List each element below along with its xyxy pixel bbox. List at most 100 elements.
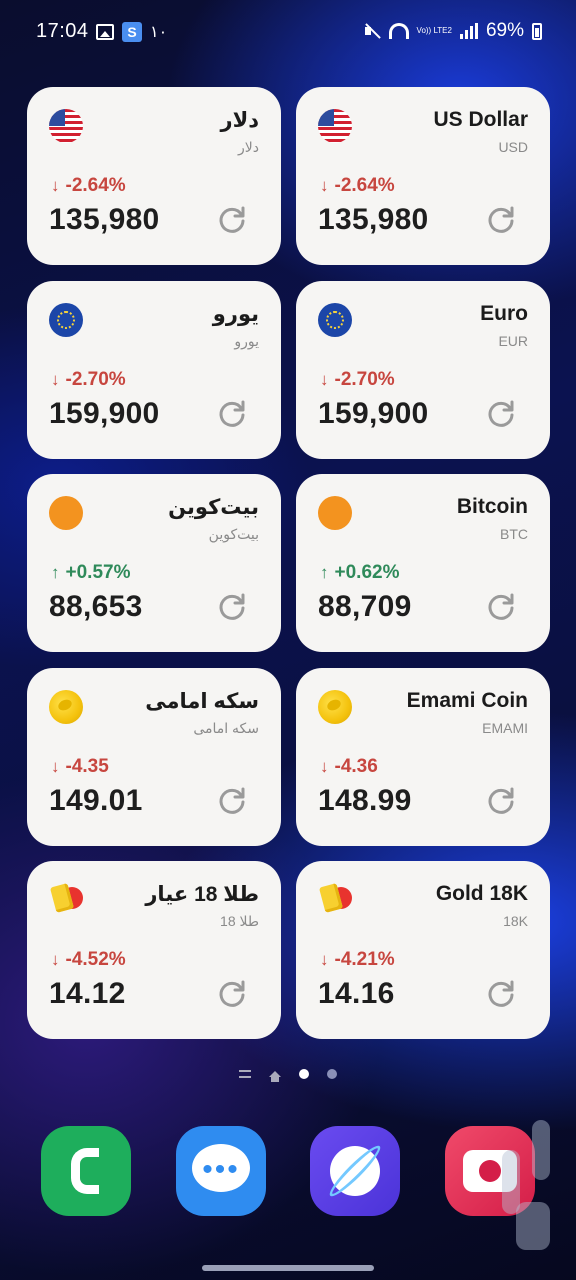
bitcoin-icon <box>49 496 83 530</box>
gallery-notification-icon <box>96 24 114 40</box>
internet-browser-icon[interactable] <box>310 1126 400 1216</box>
rate-widget[interactable]: Bitcoin BTC ↑ +0.62% 88,709 <box>296 474 550 652</box>
refresh-icon[interactable] <box>217 205 247 235</box>
refresh-icon[interactable] <box>217 592 247 622</box>
change-value: -4.52% <box>65 949 126 970</box>
arrow-down-icon: ↓ <box>51 950 60 969</box>
price-value: 135,980 <box>49 203 160 236</box>
price-value: 149.01 <box>49 783 143 817</box>
currency-name: Emami Coin <box>406 688 528 712</box>
change-percent: ↓ -4.52% <box>51 949 126 971</box>
page-dot[interactable] <box>327 1069 337 1079</box>
change-value: -2.70% <box>334 368 395 390</box>
price-value: 148.99 <box>318 783 412 817</box>
change-percent: ↓ -4.35 <box>51 756 109 778</box>
notification-icons: S ۱۰ <box>96 22 167 42</box>
us-flag-icon <box>49 109 83 143</box>
change-value: -4.21% <box>334 949 395 970</box>
change-value: -2.70% <box>65 368 126 390</box>
change-value: -4.35 <box>65 755 109 777</box>
price-value: 135,980 <box>318 203 429 236</box>
price-value: 159,900 <box>49 396 160 430</box>
currency-code: EUR <box>498 332 528 349</box>
battery-percent: 69% <box>485 20 524 41</box>
price-value: 14.16 <box>318 977 395 1010</box>
currency-name: طلا 18 عیار <box>145 883 259 906</box>
gold-coin-icon <box>318 689 352 724</box>
arrow-down-icon: ↓ <box>51 756 60 776</box>
system-icons: Vo)) LTE2 69% <box>363 20 542 42</box>
rate-widget[interactable]: Euro EUR ↓ -2.70% 159,900 <box>296 280 550 459</box>
messages-app-icon[interactable] <box>176 1126 266 1216</box>
arrow-down-icon: ↓ <box>320 369 329 389</box>
change-percent: ↓ -2.64% <box>320 175 395 197</box>
wifi-icon <box>388 23 409 39</box>
gold-coin-icon <box>49 689 83 724</box>
change-percent: ↓ -2.64% <box>51 175 126 197</box>
signal-icon <box>459 23 478 39</box>
change-percent: ↓ -4.36 <box>320 756 378 778</box>
page-indicator[interactable] <box>0 1064 576 1084</box>
currency-name: سکه امامی <box>145 689 259 713</box>
currency-code: بیت‌کوین <box>208 526 259 542</box>
rate-widget[interactable]: طلا 18 عیار طلا 18 ↓ -4.52% 14.12 <box>27 861 281 1039</box>
price-value: 14.12 <box>49 977 126 1010</box>
currency-code: یورو <box>234 332 259 349</box>
currency-code: 18K <box>503 913 528 929</box>
us-flag-icon <box>318 109 352 143</box>
phone-app-icon[interactable] <box>41 1126 131 1216</box>
gesture-nav-bar[interactable] <box>202 1265 374 1271</box>
page-list-icon[interactable] <box>239 1070 251 1078</box>
home-page-icon[interactable] <box>269 1071 281 1082</box>
watermark-logo <box>486 1120 556 1250</box>
rate-widget[interactable]: Emami Coin EMAMI ↓ -4.36 148.99 <box>296 667 550 846</box>
rate-widget[interactable]: یورو یورو ↓ -2.70% 159,900 <box>27 280 281 459</box>
currency-code: دلار <box>238 139 259 155</box>
refresh-icon[interactable] <box>486 979 516 1009</box>
refresh-icon[interactable] <box>217 399 247 429</box>
arrow-down-icon: ↓ <box>320 950 329 969</box>
refresh-icon[interactable] <box>486 786 516 816</box>
change-percent: ↓ -2.70% <box>51 369 126 391</box>
change-value: -2.64% <box>65 175 126 196</box>
change-percent: ↓ -4.21% <box>320 949 395 971</box>
change-value: +0.57% <box>65 562 131 583</box>
change-percent: ↑ +0.62% <box>320 562 399 584</box>
currency-name: دلار <box>220 109 259 132</box>
currency-code: EMAMI <box>482 719 528 736</box>
change-value: -4.36 <box>334 755 378 777</box>
currency-name: یورو <box>212 302 259 326</box>
app-notification-icon: S <box>122 22 142 42</box>
gold-bar-icon <box>49 883 83 917</box>
currency-name: Bitcoin <box>456 495 528 518</box>
currency-code: سکه امامی <box>193 719 259 736</box>
currency-name: Euro <box>480 301 528 325</box>
refresh-icon[interactable] <box>217 786 247 816</box>
change-value: +0.62% <box>334 562 400 583</box>
arrow-down-icon: ↓ <box>320 756 329 776</box>
currency-code: USD <box>498 139 528 155</box>
refresh-icon[interactable] <box>486 205 516 235</box>
refresh-icon[interactable] <box>486 399 516 429</box>
mute-icon <box>363 22 381 40</box>
rate-widget[interactable]: بیت‌کوین بیت‌کوین ↑ +0.57% 88,653 <box>27 474 281 652</box>
notification-count: ۱۰ <box>150 24 168 41</box>
price-value: 159,900 <box>318 396 429 430</box>
arrow-down-icon: ↓ <box>51 176 60 195</box>
rate-widget[interactable]: دلار دلار ↓ -2.64% 135,980 <box>27 87 281 265</box>
arrow-up-icon: ↑ <box>320 563 329 582</box>
page-dot-active[interactable] <box>299 1069 309 1079</box>
battery-icon <box>532 22 542 40</box>
currency-name: بیت‌کوین <box>168 496 259 519</box>
refresh-icon[interactable] <box>486 592 516 622</box>
bitcoin-icon <box>318 496 352 530</box>
gold-bar-icon <box>318 883 352 917</box>
network-type-label: Vo)) LTE2 <box>416 26 452 35</box>
currency-name: US Dollar <box>433 108 528 131</box>
rate-widget[interactable]: Gold 18K 18K ↓ -4.21% 14.16 <box>296 861 550 1039</box>
eu-flag-icon <box>318 302 352 337</box>
rate-widget[interactable]: سکه امامی سکه امامی ↓ -4.35 149.01 <box>27 667 281 846</box>
rate-widget[interactable]: US Dollar USD ↓ -2.64% 135,980 <box>296 87 550 265</box>
status-time: 17:04 <box>36 20 89 42</box>
refresh-icon[interactable] <box>217 979 247 1009</box>
